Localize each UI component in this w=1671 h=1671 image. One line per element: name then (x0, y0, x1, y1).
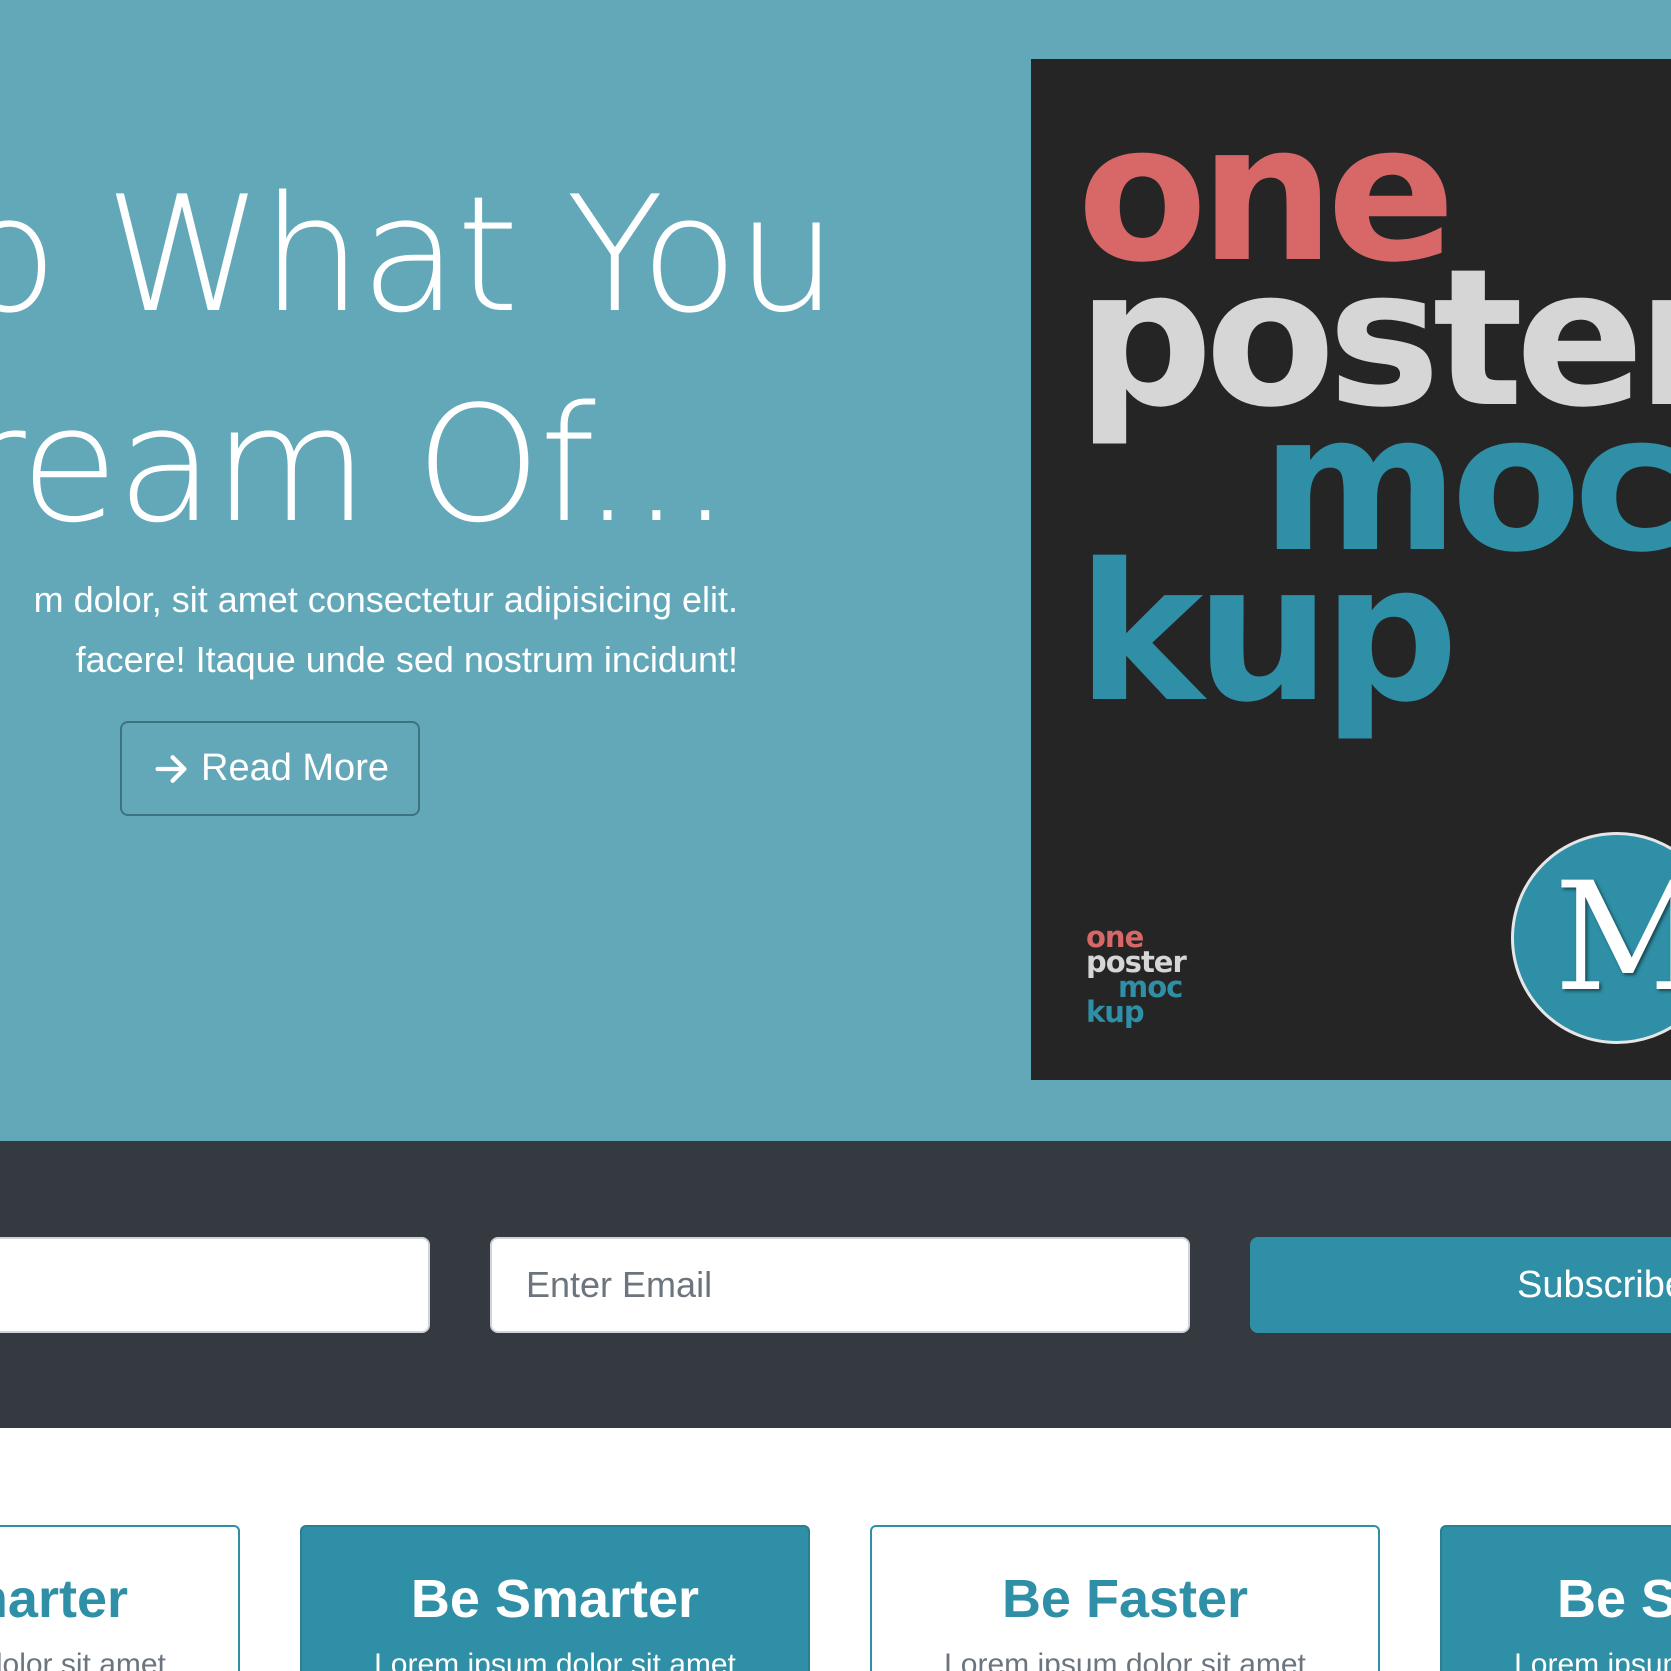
feature-card: Be Smarter Lorem ipsum dolor sit amet (300, 1525, 810, 1671)
feature-card: Be Faster Lorem ipsum dolor sit amet (870, 1525, 1380, 1671)
subscribe-button[interactable]: Subscribe (1250, 1237, 1671, 1333)
poster-word-kup: kup (1077, 523, 1459, 744)
feature-card-text: Lorem ipsum dolor sit amet (944, 1648, 1306, 1671)
feature-card-text: Lorem ipsum dolor sit amet (1514, 1648, 1671, 1671)
hero-title-line-1: o What You (0, 161, 838, 348)
m-badge-letter: M (1554, 851, 1671, 1025)
m-badge-logo: M (1511, 832, 1671, 1044)
feature-card-title: Be Faster (1001, 1569, 1249, 1629)
hero-subtitle-line-1: m dolor, sit amet consectetur adipisicin… (33, 579, 738, 620)
email-field[interactable] (490, 1237, 1190, 1333)
feature-card-title: Be Smarter (410, 1569, 700, 1629)
poster-mini-logo: one poster moc kup (1086, 923, 1187, 1027)
read-more-label: Read More (201, 747, 389, 789)
feature-card-text: Lorem ipsum dolor sit amet (0, 1648, 166, 1671)
subscribe-section: Subscribe (0, 1141, 1671, 1428)
feature-card: Be Smarter Lorem ipsum dolor sit amet (1440, 1525, 1671, 1671)
name-field[interactable] (0, 1237, 430, 1333)
poster-mockup-image: one poster moc kup one poster moc kup M (1031, 59, 1671, 1080)
hero-section: o What You ream Of... m dolor, sit amet … (0, 0, 1671, 1141)
hero-title-line-2: ream Of... (0, 371, 731, 558)
hero-subtitle: m dolor, sit amet consectetur adipisicin… (0, 570, 750, 690)
feature-card-title: Be Smarter (1557, 1569, 1671, 1629)
arrow-right-icon (155, 754, 187, 783)
feature-card-title: Be Smarter (0, 1569, 128, 1629)
hero-subtitle-line-2: facere! Itaque unde sed nostrum incidunt… (75, 639, 738, 680)
hero-title: o What You ream Of... (0, 150, 838, 570)
feature-card-text: Lorem ipsum dolor sit amet (374, 1648, 736, 1671)
feature-card: Be Smarter Lorem ipsum dolor sit amet (0, 1525, 240, 1671)
features-section: Be Smarter Lorem ipsum dolor sit amet Be… (0, 1428, 1671, 1671)
read-more-button[interactable]: Read More (120, 721, 420, 816)
